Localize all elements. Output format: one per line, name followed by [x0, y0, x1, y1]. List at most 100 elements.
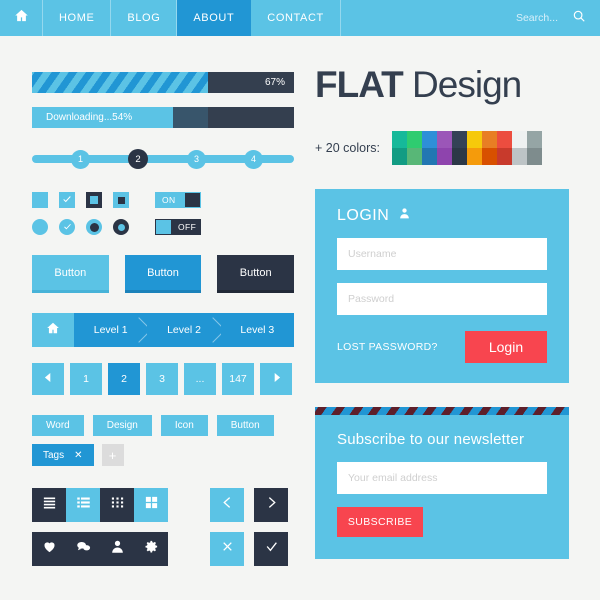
- password-field[interactable]: Password: [337, 283, 547, 315]
- checkbox-checked[interactable]: [59, 192, 75, 208]
- nav-home-button[interactable]: [0, 0, 43, 36]
- checkbox-radio-grid: [32, 192, 129, 235]
- nav-label: BLOG: [127, 12, 161, 24]
- pagination-page-147[interactable]: 147: [222, 363, 254, 395]
- palette-column[interactable]: [421, 131, 437, 165]
- palette-column[interactable]: [406, 131, 422, 165]
- username-field[interactable]: Username: [337, 238, 547, 270]
- step-4[interactable]: 4: [244, 149, 263, 169]
- pagination-page-2-active[interactable]: 2: [108, 363, 140, 395]
- button-dark[interactable]: Button: [217, 255, 295, 293]
- pagination-page-1[interactable]: 1: [70, 363, 102, 395]
- breadcrumb-level-2[interactable]: Level 2: [147, 313, 221, 347]
- view-grid-dots[interactable]: [100, 488, 134, 522]
- gear-icon[interactable]: [144, 539, 159, 559]
- search-input[interactable]: Search...: [516, 12, 558, 24]
- comment-icon[interactable]: [76, 539, 91, 559]
- radio-ring[interactable]: [113, 219, 129, 235]
- pagination-label: 3: [159, 373, 165, 385]
- home-icon: [14, 8, 29, 28]
- palette-column[interactable]: [451, 131, 467, 165]
- swatch-top: [391, 131, 407, 148]
- swatch-bottom: [526, 148, 542, 165]
- tag-design[interactable]: Design: [92, 415, 152, 436]
- tag-button[interactable]: Button: [216, 415, 274, 436]
- tag-add-button[interactable]: +: [101, 444, 124, 466]
- nav-next-button[interactable]: [254, 488, 288, 522]
- radio-checked[interactable]: [59, 219, 75, 235]
- login-button[interactable]: Login: [465, 331, 547, 363]
- progress-buffer-segment: [173, 107, 208, 128]
- checkbox-light-inner[interactable]: [113, 192, 129, 208]
- toggle-off[interactable]: OFF: [155, 219, 201, 235]
- palette-column[interactable]: [466, 131, 482, 165]
- breadcrumb-label: Level 3: [240, 324, 275, 336]
- nav-item-home[interactable]: HOME: [43, 0, 112, 36]
- button-label: Button: [54, 266, 87, 279]
- login-card: LOGIN Username Password LOST PASSWORD? L…: [315, 189, 569, 383]
- tag-word[interactable]: Word: [32, 415, 84, 436]
- view-list-lines[interactable]: [32, 488, 66, 522]
- palette-column[interactable]: [511, 131, 527, 165]
- view-list-bullets[interactable]: [66, 488, 100, 522]
- swatch-top: [421, 131, 437, 148]
- checkbox-dark-inner[interactable]: [86, 192, 102, 208]
- breadcrumb-label: Level 2: [167, 324, 201, 336]
- step-3[interactable]: 3: [187, 149, 206, 169]
- tag-icon[interactable]: Icon: [160, 415, 208, 436]
- progress-bar-striped: 67%: [32, 72, 294, 93]
- subscribe-button[interactable]: SUBSCRIBE: [337, 507, 423, 537]
- email-field[interactable]: Your email address: [337, 462, 547, 494]
- nav-prev-button[interactable]: [210, 488, 244, 522]
- palette-column[interactable]: [526, 131, 542, 165]
- pagination-page-3[interactable]: 3: [146, 363, 178, 395]
- tag-row-selected: Tags ✕ +: [32, 444, 294, 466]
- nav-search-area[interactable]: Search...: [516, 0, 600, 36]
- radio-dot[interactable]: [86, 219, 102, 235]
- step-2-current[interactable]: 2: [128, 149, 148, 169]
- pagination-next[interactable]: [260, 363, 292, 395]
- left-column: 67% Downloading...54% 1 2 3 4 ON OFF But…: [32, 72, 295, 566]
- nav-item-about[interactable]: ABOUT: [177, 0, 252, 36]
- caret-right-icon: [272, 373, 281, 385]
- palette-column[interactable]: [481, 131, 497, 165]
- pagination-ellipsis[interactable]: ...: [184, 363, 216, 395]
- pagination-label: 2: [121, 373, 127, 385]
- toggle-knob: [185, 193, 200, 207]
- breadcrumb-level-1[interactable]: Level 1: [74, 313, 148, 347]
- toggle-on[interactable]: ON: [155, 192, 201, 208]
- checkbox-empty[interactable]: [32, 192, 48, 208]
- plus-icon: +: [108, 447, 117, 463]
- swatch-bottom: [421, 148, 437, 165]
- chevron-right-icon: [265, 496, 278, 514]
- radio-empty[interactable]: [32, 219, 48, 235]
- step-1[interactable]: 1: [71, 149, 90, 169]
- heart-icon[interactable]: [42, 539, 57, 559]
- lost-password-link[interactable]: LOST PASSWORD?: [337, 341, 438, 353]
- search-icon[interactable]: [572, 9, 586, 28]
- breadcrumb-level-3[interactable]: Level 3: [220, 313, 294, 347]
- subscribe-button-label: SUBSCRIBE: [347, 516, 413, 528]
- tag-selected[interactable]: Tags ✕: [32, 444, 94, 466]
- user-icon[interactable]: [110, 539, 125, 559]
- tag-label: Button: [230, 420, 260, 431]
- palette-column[interactable]: [436, 131, 452, 165]
- pagination-prev[interactable]: [32, 363, 64, 395]
- color-palette: [391, 131, 542, 165]
- breadcrumb-home[interactable]: [32, 313, 74, 347]
- button-mid[interactable]: Button: [124, 255, 202, 293]
- palette-column[interactable]: [496, 131, 512, 165]
- button-light[interactable]: Button: [32, 255, 109, 293]
- logo-thin: Design: [402, 64, 522, 105]
- toggle-switches: ON OFF: [155, 192, 201, 235]
- palette-column[interactable]: [391, 131, 407, 165]
- close-button[interactable]: [210, 532, 244, 566]
- view-grid-squares[interactable]: [134, 488, 168, 522]
- nav-item-blog[interactable]: BLOG: [111, 0, 178, 36]
- step-slider[interactable]: 1 2 3 4: [32, 148, 294, 170]
- nav-item-contact[interactable]: CONTACT: [251, 0, 341, 36]
- close-icon[interactable]: ✕: [74, 450, 82, 461]
- pagination-label: ...: [195, 373, 205, 385]
- confirm-button[interactable]: [254, 532, 288, 566]
- view-switcher-row: [32, 488, 294, 522]
